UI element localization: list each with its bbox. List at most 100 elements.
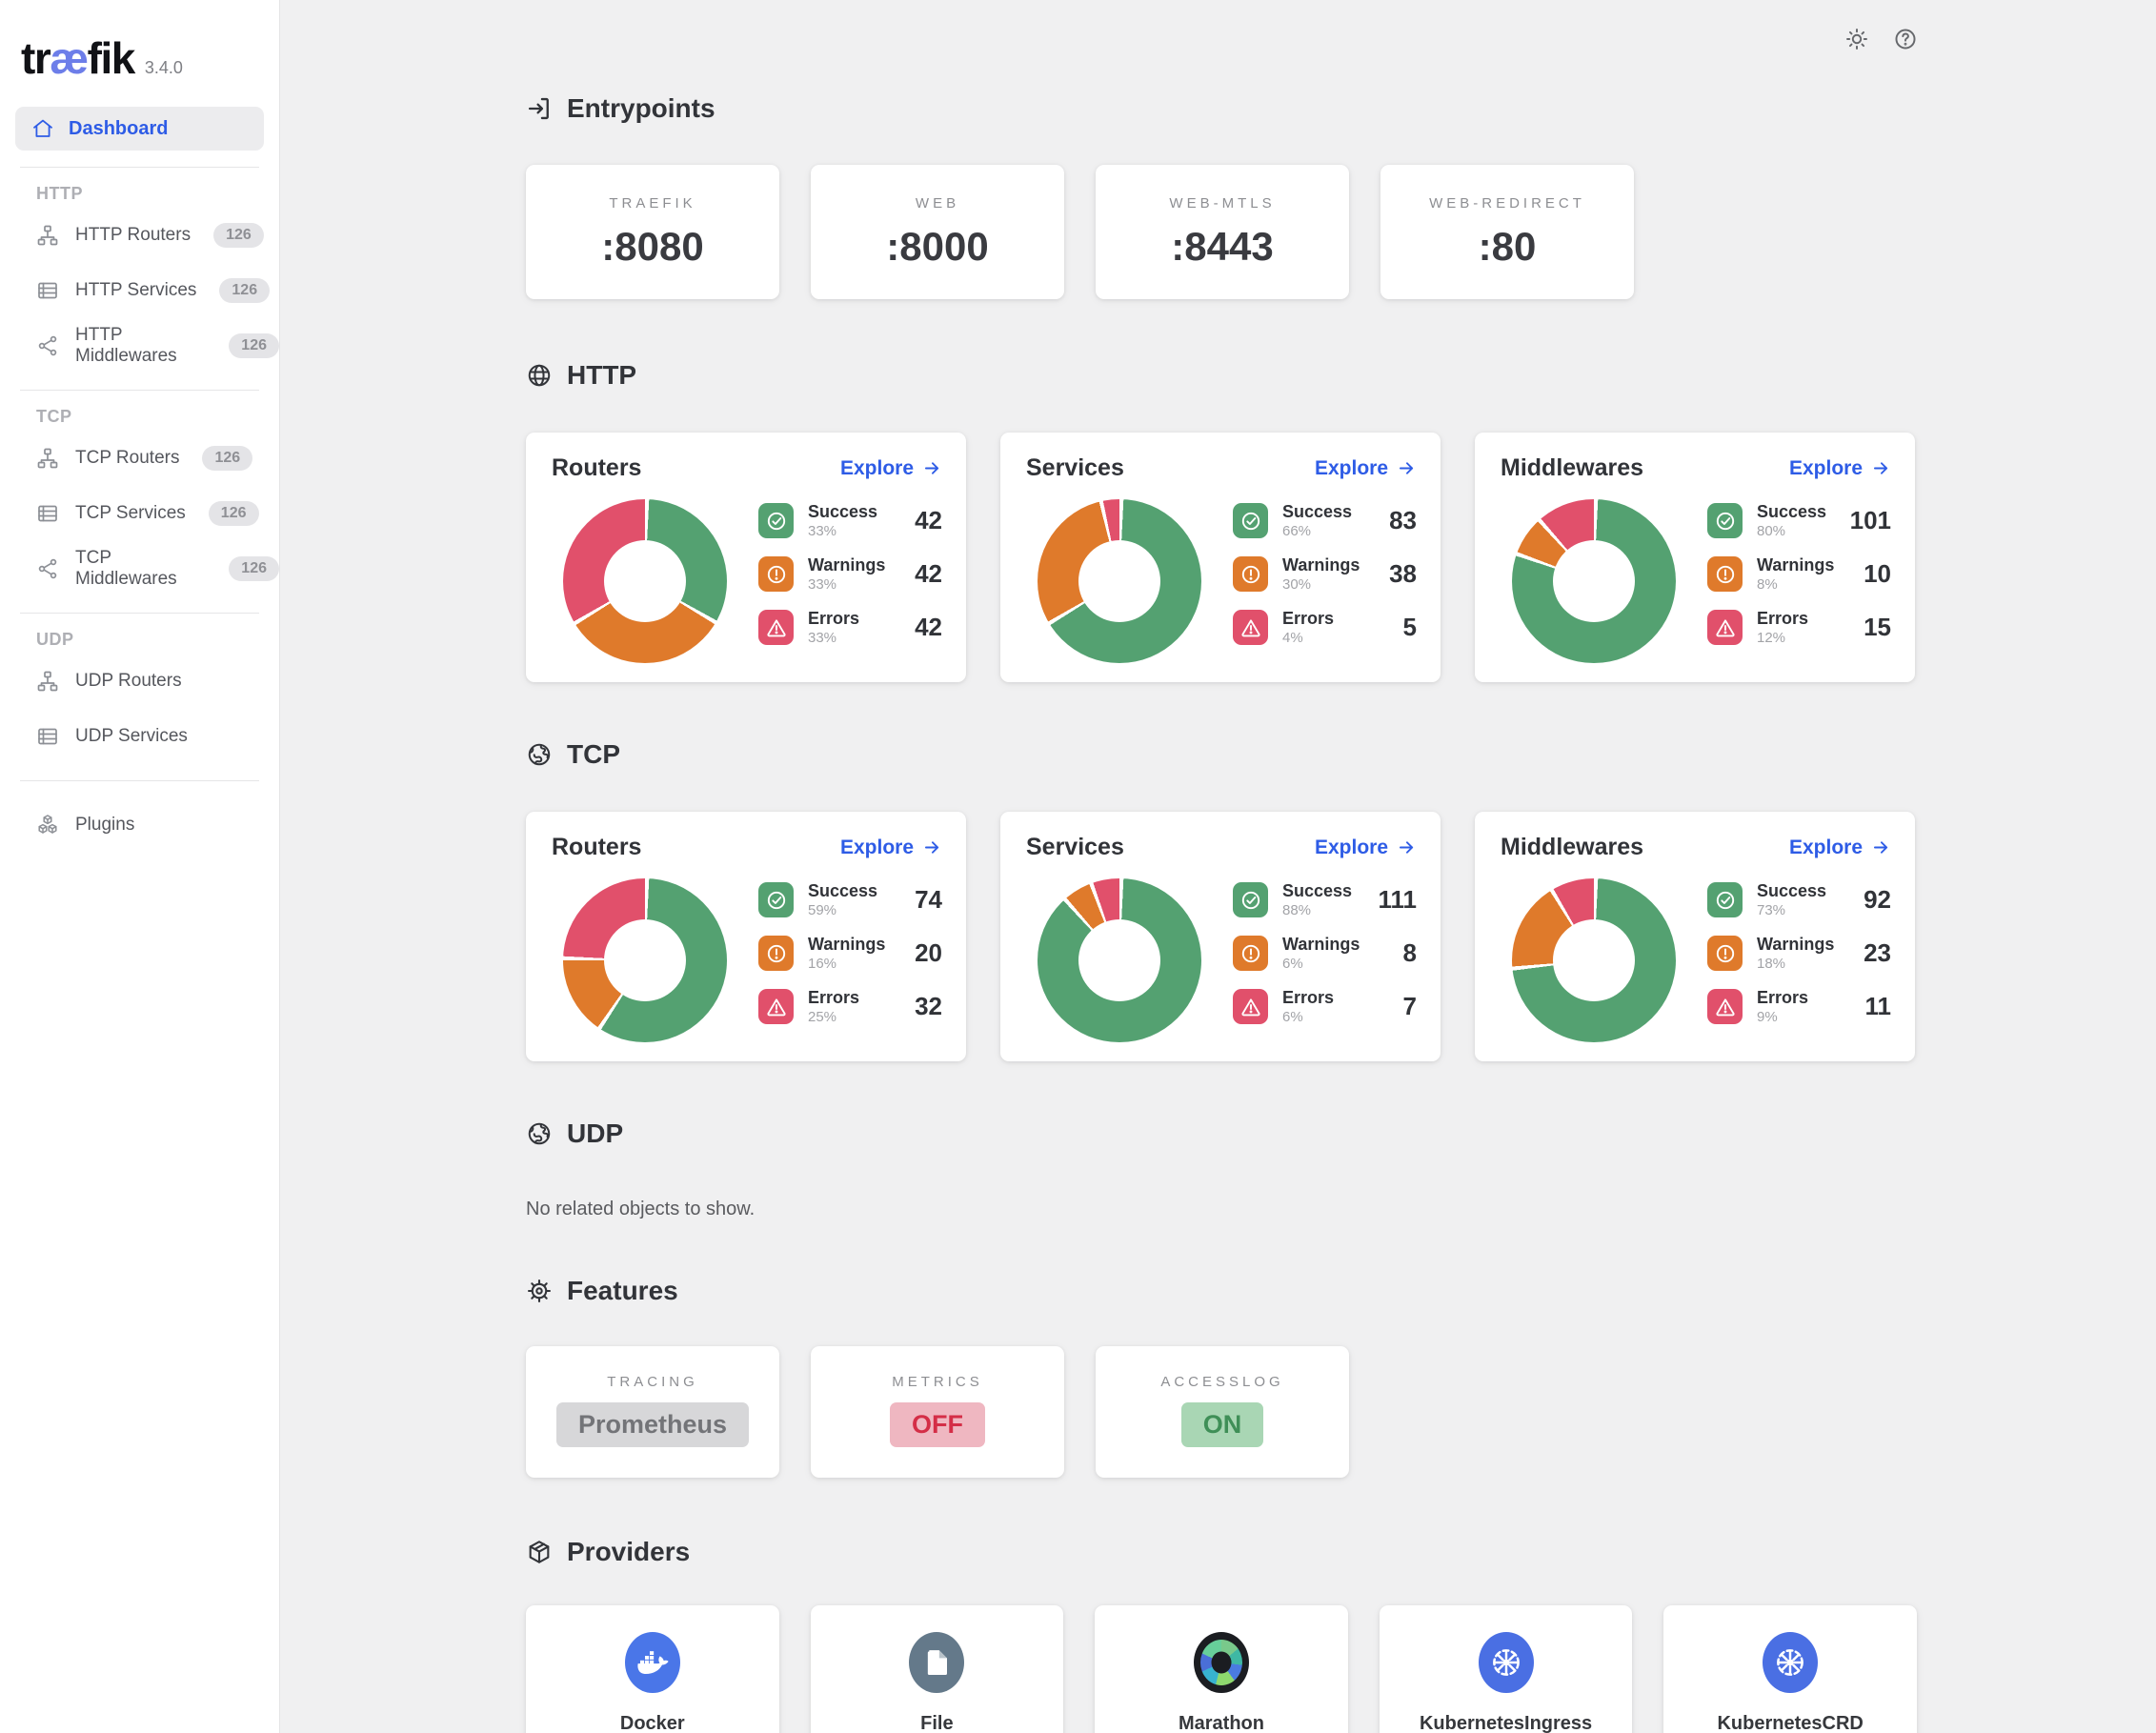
http-middlewares-donut-chart [1512,499,1676,663]
routers-icon [36,447,59,470]
provider-card-kubernetes-ingress: KubernetesIngress [1380,1605,1633,1733]
sidebar-item-dashboard[interactable]: Dashboard [15,107,264,151]
success-stat-row: Success88% 111 [1233,877,1417,923]
success-stat-row: Success59% 74 [758,877,942,923]
success-stat-row: Success80% 101 [1707,497,1891,544]
entrypoints-icon [526,95,553,122]
provider-card-file: File [811,1605,1064,1733]
entrypoint-port: :8443 [1171,224,1273,270]
docker-logo-icon [625,1632,680,1693]
entrypoint-port: :80 [1479,224,1537,270]
sidebar-item-http-routers[interactable]: HTTP Routers 126 [0,208,279,263]
error-icon [1233,610,1268,645]
error-icon [758,610,794,645]
tcp-middlewares-donut-chart [1512,878,1676,1042]
errors-stat-row: Errors25% 32 [758,983,942,1030]
tcp-routers-card: Routers Explore Success59% 74 Warnings1 [526,812,966,1061]
app-logo: træfik 3.4.0 [0,0,279,84]
success-icon [758,503,794,538]
brand-wordmark: træfik [21,32,134,84]
tcp-routers-donut-chart [563,878,727,1042]
sidebar-item-tcp-middlewares[interactable]: TCP Middlewares 126 [0,541,279,596]
http-routers-card: Routers Explore Success33% 42 Warnings3 [526,433,966,682]
http-routers-donut-chart [563,499,727,663]
http-section-title: HTTP [526,360,1917,391]
marathon-logo-icon [1194,1632,1249,1693]
tcp-section-title: TCP [526,739,1917,770]
sidebar-divider [20,390,259,391]
success-icon [1233,503,1268,538]
sidebar-item-tcp-routers[interactable]: TCP Routers 126 [0,431,279,486]
sidebar-item-http-middlewares[interactable]: HTTP Middlewares 126 [0,318,279,373]
warning-icon [1707,556,1743,592]
app-version: 3.4.0 [145,58,183,78]
provider-card-docker: Docker [526,1605,779,1733]
http-middlewares-explore-link[interactable]: Explore [1789,457,1891,480]
warning-icon [1707,936,1743,971]
entrypoint-card-web-mtls: WEB-MTLS :8443 [1096,165,1349,299]
success-icon [1233,882,1268,917]
http-cards-row: Routers Explore Success33% 42 Warnings3 [526,433,1917,682]
warnings-stat-row: Warnings8% 10 [1707,551,1891,597]
sidebar-item-plugins[interactable]: Plugins [0,797,279,853]
error-icon [1707,610,1743,645]
count-badge: 126 [213,223,264,248]
sidebar-divider [20,780,259,781]
arrow-right-icon [922,458,942,478]
help-icon[interactable] [1893,27,1918,51]
plugins-icon [36,814,59,836]
services-icon [36,279,59,302]
middlewares-icon [36,334,59,357]
arrow-right-icon [922,837,942,857]
errors-stat-row: Errors9% 11 [1707,983,1891,1030]
gear-icon [526,1278,553,1304]
errors-stat-row: Errors4% 5 [1233,604,1417,651]
sidebar-item-udp-services[interactable]: UDP Services [0,709,279,764]
error-icon [758,989,794,1024]
warnings-stat-row: Warnings18% 23 [1707,930,1891,977]
warning-icon [1233,556,1268,592]
routers-icon [36,224,59,247]
tcp-middlewares-card: Middlewares Explore Success73% 92 Warni [1475,812,1915,1061]
errors-stat-row: Errors12% 15 [1707,604,1891,651]
count-badge: 126 [219,278,270,303]
package-icon [526,1539,553,1565]
tcp-routers-explore-link[interactable]: Explore [840,836,942,859]
sidebar-item-tcp-services[interactable]: TCP Services 126 [0,486,279,541]
sidebar-divider [20,167,259,168]
warning-icon [758,556,794,592]
success-icon [758,882,794,917]
providers-row: Docker File Marathon KubernetesIngress K… [526,1605,1917,1733]
success-stat-row: Success33% 42 [758,497,942,544]
header-actions [1844,27,1918,51]
http-services-donut-chart [1038,499,1201,663]
warnings-stat-row: Warnings33% 42 [758,551,942,597]
services-icon [36,502,59,525]
feature-card-tracing: TRACING Prometheus [526,1346,779,1478]
warning-icon [758,936,794,971]
error-icon [1707,989,1743,1024]
theme-toggle-sun-icon[interactable] [1844,27,1869,51]
features-row: TRACING Prometheus METRICS OFF ACCESSLOG… [526,1346,1917,1478]
sidebar-item-http-services[interactable]: HTTP Services 126 [0,263,279,318]
http-services-explore-link[interactable]: Explore [1315,457,1417,480]
entrypoint-card-web: WEB :8000 [811,165,1064,299]
success-stat-row: Success66% 83 [1233,497,1417,544]
errors-stat-row: Errors33% 42 [758,604,942,651]
sidebar-item-udp-routers[interactable]: UDP Routers [0,654,279,709]
tcp-services-explore-link[interactable]: Explore [1315,836,1417,859]
kubernetes-logo-icon [1763,1632,1818,1693]
sidebar-section-http: HTTP [36,184,279,204]
udp-section-title: UDP [526,1118,1917,1149]
count-badge: 126 [229,556,279,581]
http-routers-explore-link[interactable]: Explore [840,457,942,480]
success-stat-row: Success73% 92 [1707,877,1891,923]
file-logo-icon [909,1632,964,1693]
http-services-card: Services Explore Success66% 83 Warnings [1000,433,1441,682]
tcp-middlewares-explore-link[interactable]: Explore [1789,836,1891,859]
tcp-services-donut-chart [1038,878,1201,1042]
sidebar-section-tcp: TCP [36,407,279,427]
middlewares-icon [36,557,59,580]
routers-icon [36,670,59,693]
provider-card-marathon: Marathon [1095,1605,1348,1733]
